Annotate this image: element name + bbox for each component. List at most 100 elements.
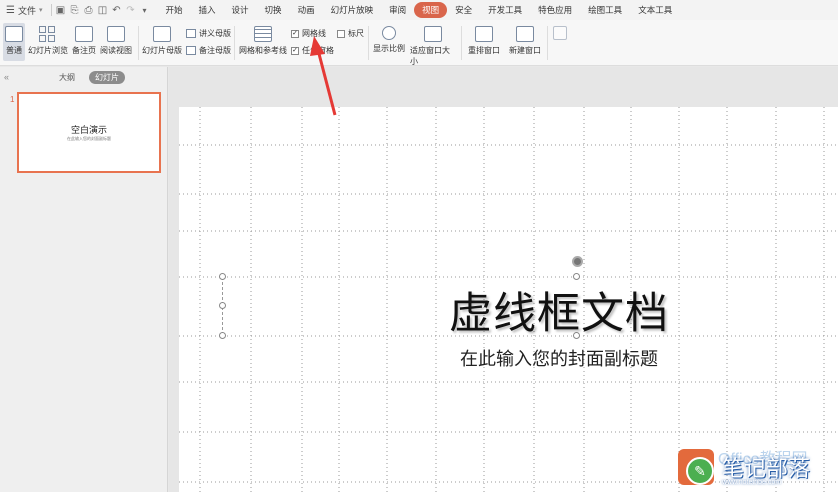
menu-bar: ☰ 文件 ▾ ▣ ⎘ ⎙ ◫ ↶ ↷ ▾ 开始 插入 设计 切换 动画 幻灯片放…	[0, 0, 838, 20]
new-window-button[interactable]: 新建窗口	[507, 26, 543, 56]
divider	[547, 26, 548, 60]
collapse-panel-icon[interactable]: «	[4, 72, 9, 82]
more-icon[interactable]: ▾	[138, 3, 152, 17]
grid-guides-label: 网格和参考线	[239, 46, 287, 55]
wps-presentation-window: ☰ 文件 ▾ ▣ ⎘ ⎙ ◫ ↶ ↷ ▾ 开始 插入 设计 切换 动画 幻灯片放…	[0, 0, 838, 492]
divider	[461, 26, 462, 60]
macro-icon	[553, 26, 567, 40]
resize-handle[interactable]	[219, 273, 226, 280]
redo-icon[interactable]: ↷	[124, 3, 138, 17]
tab-insert[interactable]: 插入	[191, 2, 224, 18]
tab-security[interactable]: 安全	[447, 2, 480, 18]
resize-handle[interactable]	[219, 332, 226, 339]
new-window-icon	[516, 26, 534, 42]
slide-master-button[interactable]: 幻灯片母版	[141, 26, 183, 56]
tab-drawing-tools[interactable]: 绘图工具	[580, 2, 630, 18]
tab-slides[interactable]: 幻灯片	[89, 70, 126, 84]
notes-page-label: 备注页	[72, 46, 96, 55]
arrange-window-button[interactable]: 重排窗口	[466, 26, 502, 56]
arrange-window-icon	[475, 26, 493, 42]
tab-developer[interactable]: 开发工具	[480, 2, 530, 18]
watermark: Office教程网 ✎ 笔记部落 www.notetribe.com	[678, 445, 838, 492]
grid-guides-button[interactable]: 网格和参考线	[238, 26, 288, 56]
ruler-label: 标尺	[348, 29, 364, 38]
tab-view[interactable]: 视图	[414, 2, 448, 18]
zoom-button[interactable]: 显示比例	[372, 26, 406, 54]
save-icon[interactable]: ▣	[54, 3, 68, 17]
slide-browse-label: 幻灯片浏览	[28, 46, 68, 55]
notes-master-icon	[186, 46, 196, 55]
slide-browse-icon	[39, 26, 57, 42]
check-icon: ✓	[291, 46, 299, 55]
tab-home[interactable]: 开始	[158, 2, 191, 18]
hamburger-icon: ☰	[6, 4, 15, 16]
slide-master-label: 幻灯片母版	[142, 46, 182, 55]
handout-master-button[interactable]: 讲义母版	[186, 28, 231, 39]
task-pane-label: 任务窗格	[302, 46, 334, 55]
gridlines-label: 网格线	[302, 29, 326, 38]
divider	[50, 4, 52, 16]
preview-icon[interactable]: ◫	[96, 3, 110, 17]
handout-master-icon	[186, 29, 196, 38]
handout-master-label: 讲义母版	[199, 29, 231, 38]
pen-icon: ✎	[686, 457, 714, 485]
divider	[368, 26, 369, 60]
tab-slideshow[interactable]: 幻灯片放映	[323, 2, 382, 18]
magnifier-icon	[382, 26, 396, 40]
ruler-checkbox[interactable]: 标尺	[337, 28, 364, 39]
tab-outline[interactable]: 大纲	[53, 71, 81, 84]
slide-title[interactable]: 虚线框文档	[449, 279, 669, 341]
slide-master-icon	[153, 26, 171, 42]
normal-view-button[interactable]: 普通	[3, 23, 25, 61]
slide-browse-button[interactable]: 幻灯片浏览	[28, 26, 68, 56]
tab-design[interactable]: 设计	[224, 2, 257, 18]
grid-icon	[254, 26, 272, 42]
ribbon-view: 普通 幻灯片浏览 备注页 阅读视图 幻灯片母版 讲义母版 备注母版 网格和参考线…	[0, 20, 838, 66]
watermark-site: www.notetribe.com	[722, 479, 782, 486]
check-icon: ✓	[291, 29, 299, 38]
tab-review[interactable]: 审阅	[381, 2, 414, 18]
notes-page-button[interactable]: 备注页	[70, 26, 98, 56]
arrange-window-label: 重排窗口	[468, 46, 500, 55]
tab-text-tools[interactable]: 文本工具	[630, 2, 680, 18]
fit-window-label: 适应窗口大小	[410, 46, 450, 66]
slide-thumbnail[interactable]: 空白演示 在此输入您的封面副标题	[17, 92, 161, 173]
notes-master-button[interactable]: 备注母版	[186, 45, 231, 56]
tab-special[interactable]: 特色应用	[530, 2, 580, 18]
export-icon[interactable]: ⎘	[68, 3, 82, 17]
file-menu[interactable]: ☰ 文件 ▾	[0, 0, 49, 20]
editing-canvas: 虚线框文档 在此输入您的封面副标题	[169, 67, 838, 492]
thumbnail-subtitle: 在此输入您的封面副标题	[67, 136, 111, 141]
slide[interactable]: 虚线框文档 在此输入您的封面副标题	[179, 107, 838, 492]
gridlines-checkbox[interactable]: ✓ 网格线	[291, 28, 326, 39]
fit-window-button[interactable]: 适应窗口大小	[410, 26, 456, 67]
new-window-label: 新建窗口	[509, 46, 541, 55]
chevron-down-icon: ▾	[38, 7, 43, 14]
checkbox-empty-icon	[337, 29, 345, 38]
zoom-label: 显示比例	[373, 44, 405, 53]
rotate-handle[interactable]	[572, 256, 583, 267]
normal-view-label: 普通	[6, 46, 22, 55]
notes-page-icon	[75, 26, 93, 42]
book-icon	[107, 26, 125, 42]
slide-panel: « 大纲 幻灯片 1 空白演示 在此输入您的封面副标题	[0, 67, 168, 492]
tab-transitions[interactable]: 切换	[257, 2, 290, 18]
ribbon-tabs: 开始 插入 设计 切换 动画 幻灯片放映 审阅 视图 安全 开发工具 特色应用 …	[158, 2, 681, 18]
reading-view-label: 阅读视图	[100, 46, 132, 55]
tab-animations[interactable]: 动画	[290, 2, 323, 18]
slide-subtitle[interactable]: 在此输入您的封面副标题	[460, 345, 658, 371]
resize-handle[interactable]	[219, 302, 226, 309]
normal-view-icon	[5, 26, 23, 42]
file-menu-label: 文件	[17, 5, 36, 16]
divider	[234, 26, 235, 60]
divider	[138, 26, 139, 60]
task-pane-checkbox[interactable]: ✓ 任务窗格	[291, 45, 334, 56]
notes-master-label: 备注母版	[199, 46, 231, 55]
macro-button[interactable]	[550, 26, 570, 43]
reading-view-button[interactable]: 阅读视图	[98, 26, 134, 56]
undo-icon[interactable]: ↶	[110, 3, 124, 17]
panel-tabs: « 大纲 幻灯片	[0, 67, 167, 87]
print-icon[interactable]: ⎙	[82, 3, 96, 17]
fit-window-icon	[424, 26, 442, 42]
thumbnail-title: 空白演示	[70, 125, 107, 135]
